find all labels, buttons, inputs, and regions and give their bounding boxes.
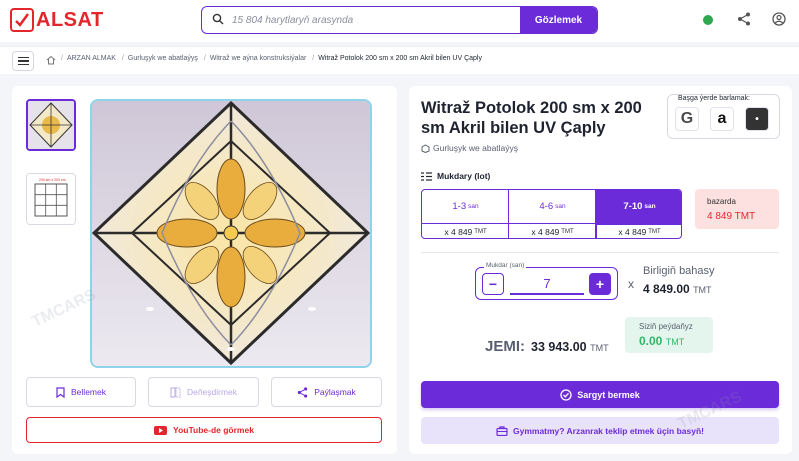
search-bar: Gözlemek [201,6,598,34]
quantity-header: Mukdary (lot) [421,171,490,181]
market-price-box: bazarda 4 849 TMT [695,189,779,229]
total-price: 33 943.00 TMT [531,340,609,354]
top-header: ALSAT Gözlemek [0,0,799,42]
tier-4-6[interactable]: 4-6 san x 4 849 TMT [509,190,596,238]
tier-currency: TMT [561,229,574,235]
quantity-input[interactable]: 7 [510,273,584,295]
status-indicator [703,15,713,25]
divider [421,252,779,253]
product-title: Witraž Potolok 200 sm x 200 sm Akril bil… [421,99,642,137]
youtube-icon [154,425,168,435]
category-label: Gurluşyk we abatlaýyş [433,143,519,153]
tier-unit: san [468,203,479,210]
price-compare-box: Başga ýerde barlamak: G a • [667,94,780,139]
saving-label: Siziň peýdaňyz [639,322,693,331]
google-icon[interactable]: G [675,107,699,131]
unit-currency: TMT [693,285,712,295]
site-logo[interactable]: ALSAT [10,8,104,32]
saving-currency: TMT [665,337,685,347]
offer-cheaper-label: Gymmatmy? Arzanrak teklip etmek üçin bas… [512,425,704,436]
home-icon[interactable] [46,55,56,65]
search-icon [212,13,224,25]
unit-price-label: Birligiň bahasy [643,265,715,277]
compare-icon [170,387,181,397]
thumbnail-photo[interactable] [26,99,76,151]
tier-range: 4-6 [539,201,554,212]
share-icon[interactable] [737,12,751,26]
logo-text: ALSAT [36,8,104,31]
search-button[interactable]: Gözlemek [520,7,597,33]
compare-button[interactable]: Deňeşdirmek [148,377,259,407]
check-circle-icon [560,388,572,401]
breadcrumb: / ARZAN ALMAK / Gurluşyk we abatlaýyş / Wit… [61,55,482,62]
share-label: Paýlaşmak [314,387,356,397]
search-input[interactable] [232,11,512,29]
youtube-button[interactable]: YouTube-de görmek [26,417,382,443]
logo-check-icon [10,8,34,32]
tier-price: x 4 849 [531,227,560,237]
category-icon [421,143,430,153]
decrease-button[interactable]: − [482,273,504,295]
tier-price: x 4 849 [444,227,473,237]
amazon-icon[interactable]: a [710,107,734,131]
total-currency: TMT [590,343,609,353]
order-label: Sargyt bermek [577,389,640,400]
breadcrumb-bar: / ARZAN ALMAK / Gurluşyk we abatlaýyş / Wit… [0,46,799,74]
multiply-sign: x [628,277,634,291]
product-category[interactable]: Gurluşyk we abatlaýyş [421,143,518,153]
gallery-card: 200 sm x 200 sm Bellemek Deňeşdirmek Paý… [12,86,397,454]
breadcrumb-item[interactable]: Witraž we aýna konstruksiýalar [210,55,306,62]
quantity-stepper: Mukdar (san) − 7 + [475,262,618,300]
user-icon[interactable] [772,12,786,26]
breadcrumb-item[interactable]: ARZAN ALMAK [67,55,116,62]
total-label: JEMI: [485,338,526,355]
price-tiers: 1-3 san x 4 849 TMT 4-6 san x 4 849 TMT 7-10… [421,189,682,239]
tier-range: 7-10 [623,201,643,212]
save-button[interactable]: Bellemek [26,377,136,407]
share-icon [297,386,308,398]
quantity-field-label: Mukdar (san) [484,262,527,269]
store-icon[interactable]: • [745,107,769,131]
unit-price: 4 849.00 TMT [643,282,712,296]
compare-elsewhere-label: Başga ýerde barlamak: [678,95,750,102]
tier-1-3[interactable]: 1-3 san x 4 849 TMT [422,190,509,238]
briefcase-icon [496,425,508,436]
tier-price: x 4 849 [618,227,647,237]
thumbnail-sketch[interactable]: 200 sm x 200 sm [26,173,76,225]
bookmark-icon [56,386,65,398]
breadcrumb-current: Witraž Potolok 200 sm x 200 sm Akril bil… [318,55,482,62]
tier-unit: san [644,203,656,210]
increase-button[interactable]: + [589,273,611,295]
total-value: 33 943.00 [531,340,587,354]
unit-price-value: 4 849.00 [643,282,690,296]
saving-amount: 0.00 TMT [639,334,684,348]
save-label: Bellemek [71,387,106,397]
compare-label: Deňeşdirmek [186,387,238,397]
share-button[interactable]: Paýlaşmak [271,377,382,407]
list-icon [421,171,432,181]
tier-7-10[interactable]: 7-10 san x 4 849 TMT [596,190,681,238]
offer-cheaper-button[interactable]: Gymmatmy? Arzanrak teklip etmek üçin bas… [421,417,779,444]
youtube-label: YouTube-de görmek [173,425,254,435]
saving-value: 0.00 [639,334,663,348]
saving-box: Siziň peýdaňyz 0.00 TMT [625,317,713,353]
tier-range: 1-3 [452,201,467,212]
tier-currency: TMT [474,229,487,235]
tier-unit: san [555,203,566,210]
sketch-note: 200 sm x 200 sm [39,178,66,182]
main-product-image[interactable] [90,99,372,368]
tier-currency: TMT [648,229,661,235]
market-label: bazarda [707,197,736,206]
market-price: 4 849 TMT [707,211,756,222]
breadcrumb-item[interactable]: Gurluşyk we abatlaýyş [128,55,198,62]
menu-button[interactable] [12,51,34,71]
quantity-header-label: Mukdary (lot) [437,171,491,181]
